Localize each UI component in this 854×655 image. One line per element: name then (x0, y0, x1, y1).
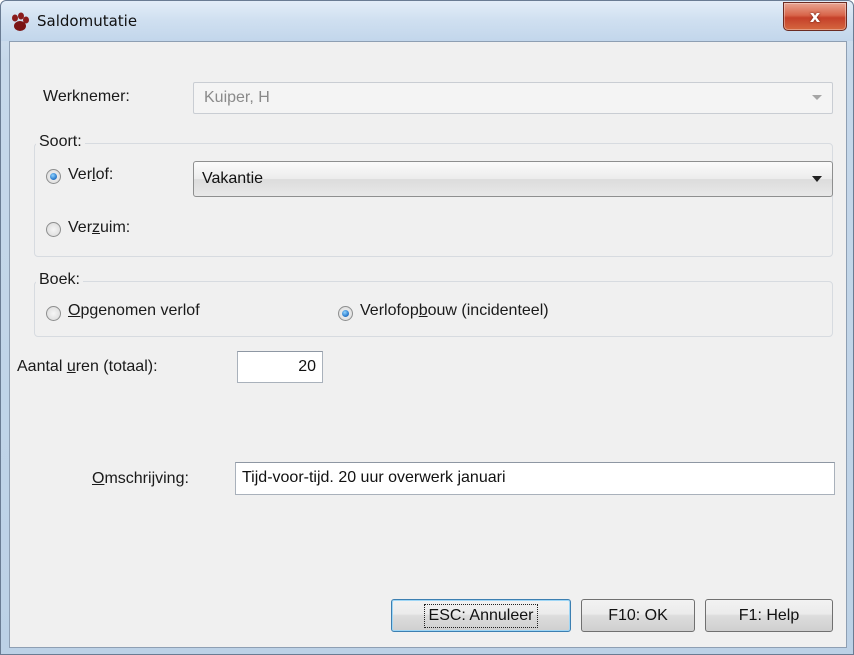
ok-button-label: F10: OK (608, 606, 668, 624)
aantal-uren-value: 20 (298, 358, 316, 375)
cancel-button-label: ESC: Annuleer (423, 603, 539, 628)
verzuim-radio[interactable] (46, 222, 61, 237)
opgenomen-label-part: pgenomen verlof (80, 302, 200, 319)
opgenomen-verlof-label[interactable]: Opgenomen verlof (68, 302, 200, 320)
verzuim-mnemonic: z (92, 219, 101, 236)
verlof-type-select[interactable]: Vakantie (193, 161, 833, 197)
verzuim-label-part: Ver (68, 219, 93, 236)
aantal-label-part: ren (totaal): (75, 358, 158, 375)
verlofopbouw-radio[interactable] (338, 306, 353, 321)
chevron-down-icon (812, 95, 822, 100)
verzuim-label-part: uim: (100, 219, 131, 236)
dialog-window: Saldomutatie x Werknemer: Kuiper, H Soor… (0, 0, 854, 655)
close-icon: x (809, 7, 821, 26)
werknemer-value: Kuiper, H (204, 89, 270, 106)
window-title: Saldomutatie (37, 12, 138, 30)
cancel-button[interactable]: ESC: Annuleer (391, 599, 571, 632)
dialog-body: Werknemer: Kuiper, H Soort: Verlof: Vaka… (9, 41, 847, 648)
ok-button[interactable]: F10: OK (581, 599, 695, 632)
verlofopbouw-label-part: ouw (incidenteel) (427, 302, 549, 319)
aantal-uren-label: Aantal uren (totaal): (17, 358, 158, 376)
omschrijving-value: Tijd-voor-tijd. 20 uur overwerk januari (242, 469, 506, 486)
verlofopbouw-label[interactable]: Verlofopbouw (incidenteel) (360, 302, 549, 320)
close-button[interactable]: x (783, 2, 847, 31)
boek-group-label: Boek: (36, 271, 83, 289)
help-button-label: F1: Help (738, 606, 800, 624)
verlof-radio[interactable] (46, 169, 61, 184)
verzuim-label[interactable]: Verzuim: (68, 219, 130, 237)
aantal-uren-input[interactable]: 20 (237, 351, 323, 383)
title-bar[interactable]: Saldomutatie x (1, 1, 853, 41)
omschrijving-mnemonic: O (92, 470, 105, 487)
opgenomen-verlof-radio[interactable] (46, 306, 61, 321)
soort-group-label: Soort: (36, 133, 85, 151)
werknemer-label: Werknemer: (43, 88, 130, 105)
aantal-label-part: Aantal (17, 358, 67, 375)
help-button[interactable]: F1: Help (705, 599, 833, 632)
omschrijving-label: Omschrijving: (92, 470, 189, 488)
verlof-type-value: Vakantie (202, 170, 264, 187)
omschrijving-input[interactable]: Tijd-voor-tijd. 20 uur overwerk januari (235, 462, 835, 495)
app-paw-icon (12, 12, 29, 31)
verlof-label-part: Ver (68, 166, 93, 183)
chevron-down-icon[interactable] (812, 176, 822, 182)
aantal-mnemonic: u (66, 358, 76, 375)
verlofopbouw-mnemonic: b (418, 302, 428, 319)
verlof-label[interactable]: Verlof: (68, 166, 113, 184)
verlofopbouw-label-part: Verlofop (360, 302, 419, 319)
omschrijving-label-part: mschrijving: (104, 470, 189, 487)
verlof-label-part: of: (95, 166, 114, 183)
opgenomen-mnemonic: O (68, 302, 81, 319)
werknemer-select: Kuiper, H (193, 82, 833, 114)
